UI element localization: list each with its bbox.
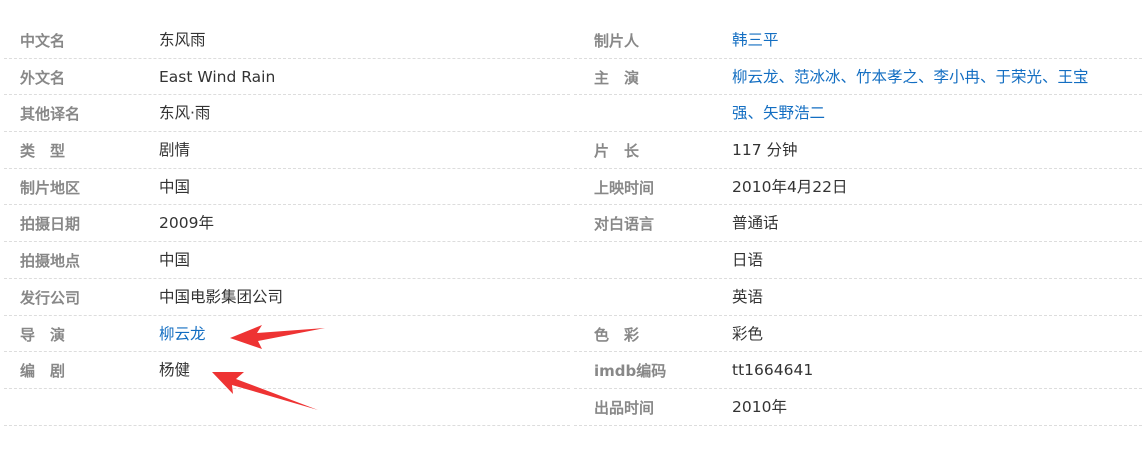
info-label: 类 型 bbox=[20, 142, 66, 161]
info-value: 117 分钟 bbox=[732, 141, 798, 160]
info-value: 2009年 bbox=[159, 214, 214, 233]
producer-link[interactable]: 韩三平 bbox=[732, 30, 779, 51]
info-label: 制片地区 bbox=[20, 178, 81, 197]
info-value: 普通话 bbox=[732, 214, 779, 233]
info-row-starring: 主 演 柳云龙、范冰冰、竹本孝之、李小冉、于荣光、王宝 bbox=[574, 59, 1142, 96]
info-label: 拍摄地点 bbox=[20, 252, 81, 271]
info-row-starring-cont: 强、矢野浩二 bbox=[574, 95, 1142, 133]
info-value: tt1664641 bbox=[732, 361, 814, 380]
info-value: 2010年 bbox=[732, 397, 787, 416]
info-label: 制片人 bbox=[594, 32, 640, 50]
info-row-empty bbox=[4, 389, 570, 426]
info-column-right: 制片人 韩三平 主 演 柳云龙、范冰冰、竹本孝之、李小冉、于荣光、王宝 强、矢野… bbox=[574, 22, 1142, 426]
info-label: 外文名 bbox=[20, 68, 66, 87]
info-row-language: 对白语言 普通话 bbox=[574, 205, 1142, 243]
info-row-genre: 类 型 剧情 bbox=[4, 132, 570, 169]
info-value: East Wind Rain bbox=[159, 67, 276, 86]
info-value: 彩色 bbox=[732, 324, 764, 343]
info-value: 东风·雨 bbox=[159, 104, 211, 123]
info-row-runtime: 片 长 117 分钟 bbox=[574, 132, 1142, 169]
movie-info-table: 中文名 东风雨 外文名 East Wind Rain 其他译名 东风·雨 类 型… bbox=[0, 0, 1142, 464]
info-value: 2010年4月22日 bbox=[732, 177, 848, 196]
info-value: 中国电影集团公司 bbox=[159, 287, 284, 306]
info-column-left: 中文名 东风雨 外文名 East Wind Rain 其他译名 东风·雨 类 型… bbox=[0, 22, 574, 426]
info-label: imdb编码 bbox=[594, 362, 667, 381]
info-label: 中文名 bbox=[20, 32, 66, 50]
info-row-shoot-date: 拍摄日期 2009年 bbox=[4, 205, 570, 243]
info-value: 杨健 bbox=[159, 361, 191, 380]
info-value: 剧情 bbox=[159, 141, 191, 160]
info-label: 色 彩 bbox=[594, 325, 640, 344]
info-row-chinese-name: 中文名 东风雨 bbox=[4, 22, 570, 59]
info-value: 东风雨 bbox=[159, 31, 206, 49]
info-row-producer: 制片人 韩三平 bbox=[574, 22, 1142, 59]
info-value: 中国 bbox=[159, 251, 191, 270]
info-row-screenwriter: 编 剧 杨健 bbox=[4, 352, 570, 389]
info-row-shoot-location: 拍摄地点 中国 bbox=[4, 242, 570, 279]
info-label: 导 演 bbox=[20, 325, 66, 344]
info-row-color: 色 彩 彩色 bbox=[574, 316, 1142, 353]
info-label: 编 剧 bbox=[20, 362, 66, 381]
starring-links-cont[interactable]: 强、矢野浩二 bbox=[732, 103, 825, 124]
info-label: 其他译名 bbox=[20, 105, 81, 124]
info-row-imdb: imdb编码 tt1664641 bbox=[574, 352, 1142, 389]
info-label: 拍摄日期 bbox=[20, 215, 81, 234]
info-value: 日语 bbox=[732, 251, 764, 270]
info-value: 英语 bbox=[732, 287, 764, 306]
info-label: 发行公司 bbox=[20, 288, 81, 307]
info-row-production-year: 出品时间 2010年 bbox=[574, 389, 1142, 426]
info-label: 主 演 bbox=[594, 68, 640, 87]
info-row-language-2: 日语 bbox=[574, 242, 1142, 279]
director-link[interactable]: 柳云龙 bbox=[159, 324, 206, 345]
info-row-foreign-name: 外文名 East Wind Rain bbox=[4, 59, 570, 96]
info-label: 出品时间 bbox=[594, 398, 655, 417]
info-label: 片 长 bbox=[594, 142, 640, 161]
info-row-region: 制片地区 中国 bbox=[4, 169, 570, 206]
info-row-release-date: 上映时间 2010年4月22日 bbox=[574, 169, 1142, 206]
info-row-director: 导 演 柳云龙 bbox=[4, 316, 570, 353]
info-row-other-names: 其他译名 东风·雨 bbox=[4, 95, 570, 133]
info-label: 上映时间 bbox=[594, 178, 655, 197]
info-value: 中国 bbox=[159, 177, 191, 196]
info-row-language-3: 英语 bbox=[574, 279, 1142, 316]
info-row-distributor: 发行公司 中国电影集团公司 bbox=[4, 279, 570, 316]
starring-links[interactable]: 柳云龙、范冰冰、竹本孝之、李小冉、于荣光、王宝 bbox=[732, 67, 1089, 88]
info-label: 对白语言 bbox=[594, 215, 655, 234]
